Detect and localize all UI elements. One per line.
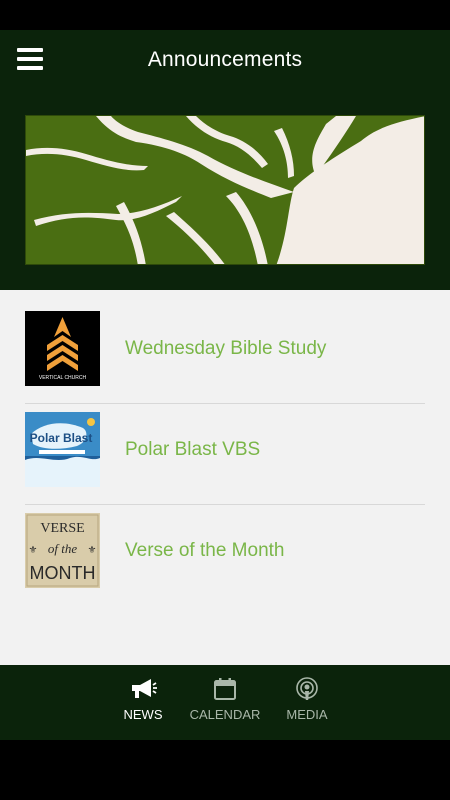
thumb-text-line3: MONTH	[30, 563, 96, 583]
item-label: Wednesday Bible Study	[125, 337, 327, 359]
leaf-graphic	[26, 116, 424, 264]
tab-calendar[interactable]: CALENDAR	[184, 665, 266, 740]
banner-area	[0, 90, 450, 290]
calendar-icon	[214, 678, 236, 700]
tab-label: MEDIA	[286, 707, 328, 722]
tab-label: NEWS	[123, 707, 163, 722]
system-nav-area	[0, 740, 450, 800]
app-header: Announcements	[0, 30, 450, 90]
item-label: Verse of the Month	[125, 539, 285, 561]
vertical-church-thumbnail: VERTICAL CHURCH	[25, 311, 100, 386]
svg-text:⚜: ⚜	[88, 545, 97, 556]
verse-of-month-thumbnail: VERSE of the MONTH ⚜ ⚜	[25, 513, 100, 588]
thumb-text: VERTICAL CHURCH	[39, 375, 87, 381]
bottom-tab-bar: NEWS CALENDAR MEDIA	[0, 665, 450, 740]
svg-text:⚜: ⚜	[29, 545, 38, 556]
item-label: Polar Blast VBS	[125, 438, 261, 460]
announcement-list: VERTICAL CHURCH Wednesday Bible Study Po…	[0, 290, 450, 665]
tab-media[interactable]: MEDIA	[266, 665, 348, 740]
list-item[interactable]: VERSE of the MONTH ⚜ ⚜ Verse of the Mont…	[25, 500, 425, 601]
thumb-text-line2: of the	[48, 541, 77, 556]
tab-news[interactable]: NEWS	[102, 665, 184, 740]
polar-blast-thumbnail: Polar Blast	[25, 412, 100, 487]
megaphone-icon	[132, 679, 157, 698]
thumb-text-line1: VERSE	[40, 521, 84, 536]
hamburger-menu-icon[interactable]	[17, 48, 43, 70]
tab-label: CALENDAR	[189, 707, 261, 722]
list-item[interactable]: VERTICAL CHURCH Wednesday Bible Study	[25, 298, 425, 399]
list-item[interactable]: Polar Blast Polar Blast VBS	[25, 399, 425, 500]
podcast-icon	[296, 677, 318, 700]
status-bar	[0, 0, 450, 30]
thumb-text: Polar Blast	[30, 431, 93, 445]
page-title: Announcements	[147, 48, 303, 71]
banner-image	[25, 115, 425, 265]
